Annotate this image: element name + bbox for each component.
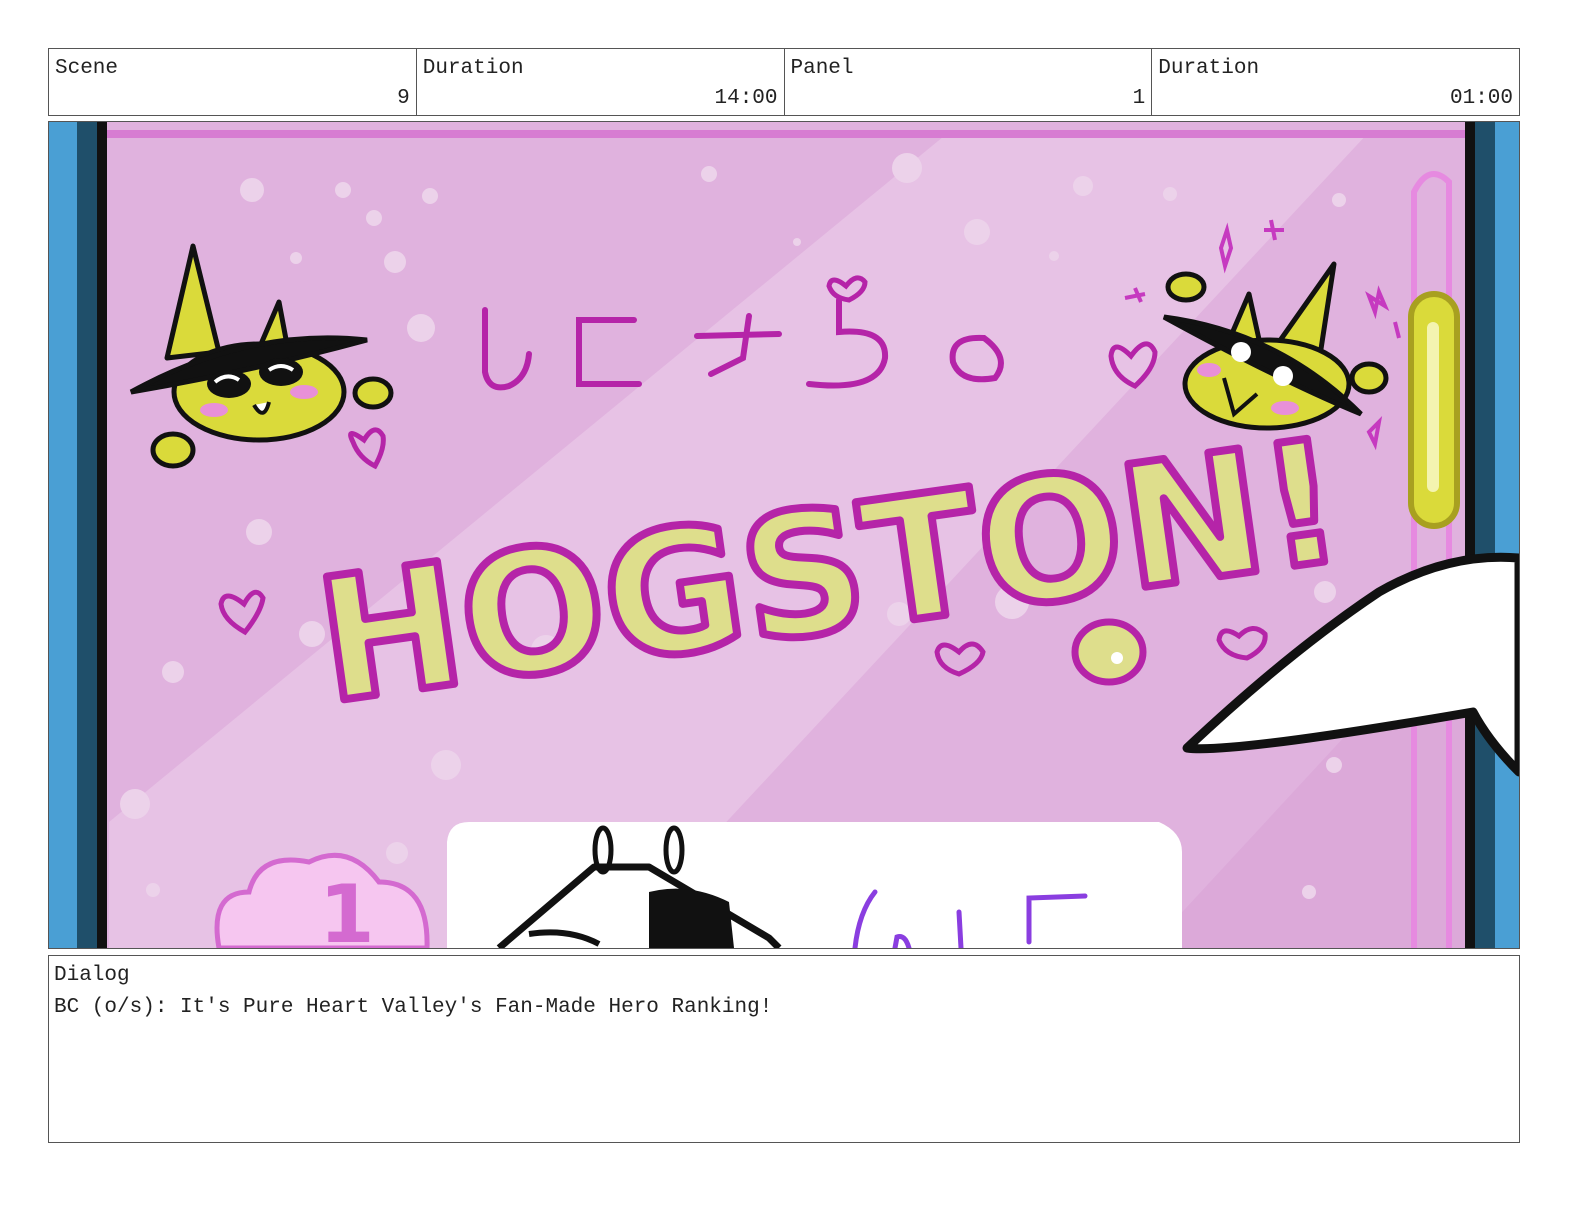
scene-duration-value: 14:00 — [714, 87, 778, 110]
scene-duration-cell: Duration 14:00 — [417, 49, 785, 115]
storyboard-header: Scene 9 Duration 14:00 Panel 1 Duration … — [48, 48, 1520, 116]
capsule-shine — [1427, 322, 1439, 492]
dialog-box: Dialog BC (o/s): It's Pure Heart Valley'… — [48, 955, 1520, 1143]
character-card — [447, 822, 1182, 948]
panel-duration-value: 01:00 — [1449, 87, 1513, 110]
svg-text:1: 1 — [319, 868, 375, 948]
panel-duration-cell: Duration 01:00 — [1152, 49, 1519, 115]
scene-duration-label: Duration — [422, 57, 524, 80]
dialog-label: Dialog — [54, 964, 130, 987]
storyboard-panel-artwork: HOGSTON! 1 — [48, 121, 1520, 949]
scene-cell: Scene 9 — [49, 49, 417, 115]
panel-illustration: HOGSTON! 1 — [49, 122, 1519, 948]
panel-duration-label: Duration — [1158, 57, 1260, 80]
right-frame-dark — [1475, 122, 1495, 948]
panel-label: Panel — [790, 57, 854, 80]
left-frame-dark — [77, 122, 97, 948]
right-frame-black — [1465, 122, 1475, 948]
dialog-text: BC (o/s): It's Pure Heart Valley's Fan-M… — [54, 996, 773, 1019]
top-frame-strip — [107, 130, 1467, 138]
left-frame-black — [97, 122, 107, 948]
right-frame-blue — [1495, 122, 1519, 948]
left-frame-blue — [49, 122, 77, 948]
panel-number: 1 — [1132, 87, 1146, 110]
scene-number: 9 — [397, 87, 410, 110]
scene-label: Scene — [55, 57, 119, 80]
panel-cell: Panel 1 — [785, 49, 1153, 115]
